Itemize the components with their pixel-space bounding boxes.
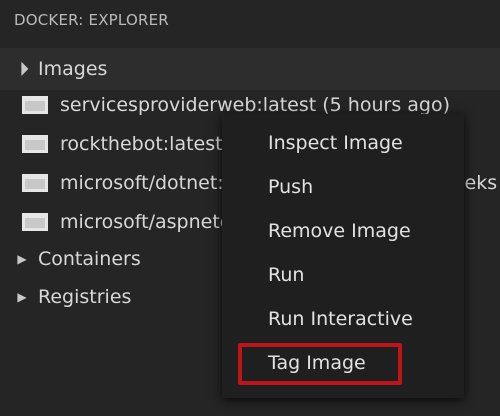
chevron-right-icon: ▶ — [17, 290, 27, 304]
image-icon — [22, 213, 48, 231]
menu-item-inspect-image[interactable]: Inspect Image — [268, 126, 403, 160]
images-section-header[interactable]: ◢ Images — [0, 48, 500, 90]
menu-item-push[interactable]: Push — [268, 170, 313, 204]
highlight-box — [238, 343, 402, 385]
menu-item-run-interactive[interactable]: Run Interactive — [268, 302, 413, 336]
chevron-down-icon: ◢ — [12, 59, 31, 78]
image-label: servicesproviderweb:latest (5 hours ago) — [60, 94, 451, 116]
image-icon — [22, 96, 48, 114]
image-icon — [22, 174, 48, 192]
chevron-right-icon: ▶ — [17, 252, 27, 266]
panel-title: DOCKER: EXPLORER — [0, 0, 500, 44]
menu-item-remove-image[interactable]: Remove Image — [268, 214, 411, 248]
menu-item-run[interactable]: Run — [268, 258, 304, 292]
group-label: Registries — [38, 286, 132, 308]
group-label: Containers — [38, 248, 141, 270]
image-icon — [22, 135, 48, 153]
section-label: Images — [38, 58, 108, 80]
